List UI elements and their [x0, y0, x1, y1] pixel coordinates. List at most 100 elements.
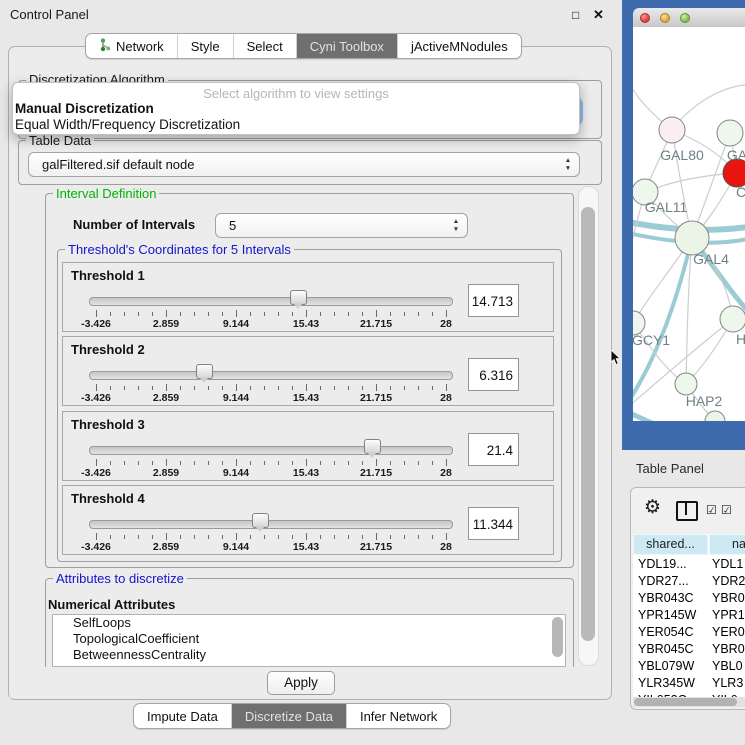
table-row-cell[interactable]: YBL0 — [712, 659, 743, 673]
table-row-cell[interactable]: YBR0 — [712, 642, 745, 656]
network-node-gal80[interactable] — [659, 117, 685, 143]
table-row-cell[interactable]: YPR1 — [712, 608, 745, 622]
apply-button[interactable]: Apply — [267, 671, 335, 695]
table-data-combobox-value: galFiltered.sif default node — [42, 157, 194, 172]
threshold-slider-thumb[interactable] — [252, 513, 269, 528]
tab-infer-network[interactable]: Infer Network — [346, 704, 450, 728]
close-icon[interactable]: ✕ — [593, 7, 604, 23]
table-row-cell[interactable]: YDR2 — [712, 574, 745, 588]
network-window-titlebar[interactable] — [633, 8, 745, 28]
threshold-value-field[interactable]: 6.316 — [468, 358, 519, 391]
network-node[interactable] — [705, 411, 725, 421]
float-window-icon[interactable]: □ — [572, 8, 579, 22]
attributes-listbox[interactable]: SelfLoopsTopologicalCoefficientBetweenne… — [52, 614, 566, 667]
slider-tick — [194, 535, 195, 539]
slider-tick — [194, 461, 195, 465]
table-row-cell[interactable]: YBR0 — [712, 591, 745, 605]
threshold-slider-thumb[interactable] — [196, 364, 213, 379]
tab-jactivemnodules[interactable]: jActiveMNodules — [397, 34, 521, 58]
slider-tick — [362, 535, 363, 539]
minimize-traffic-light-icon[interactable] — [660, 13, 670, 23]
zoom-traffic-light-icon[interactable] — [680, 13, 690, 23]
slider-tick-label: -3.426 — [81, 318, 111, 330]
threshold-1-panel: Threshold 1-3.4262.8599.14415.4321.71528… — [62, 262, 554, 332]
tab-style[interactable]: Style — [177, 34, 233, 58]
threshold-slider-track[interactable] — [89, 520, 453, 529]
tab-discretize-data[interactable]: Discretize Data — [231, 704, 346, 728]
table-row-cell[interactable]: YER054C — [638, 625, 694, 639]
listbox-scrollbar[interactable] — [552, 617, 563, 657]
gear-icon[interactable]: ⚙ — [644, 496, 661, 519]
table-row-cell[interactable]: YDL19... — [638, 557, 687, 571]
table-row-cell[interactable]: YLR345W — [638, 676, 695, 690]
slider-tick — [334, 386, 335, 390]
tab-label: Select — [247, 39, 283, 54]
slider-tick — [278, 386, 279, 390]
threshold-slider-thumb[interactable] — [364, 439, 381, 454]
network-node-c[interactable] — [723, 159, 745, 187]
threshold-value-field[interactable]: 14.713 — [468, 284, 519, 317]
threshold-slider-track[interactable] — [89, 446, 453, 455]
table-row-cell[interactable]: YBR045C — [638, 642, 694, 656]
tab-select[interactable]: Select — [233, 34, 296, 58]
slider-tick — [124, 461, 125, 465]
attribute-item-betweennesscentrality[interactable]: BetweennessCentrality — [53, 647, 565, 663]
slider-tick — [222, 312, 223, 316]
thresholds-group-title: Threshold's Coordinates for 5 Intervals — [65, 242, 294, 257]
slider-tick-label: -3.426 — [81, 467, 111, 479]
slider-tick — [320, 386, 321, 390]
column-layout-icon[interactable] — [676, 501, 698, 521]
slider-tick — [292, 461, 293, 465]
slider-tick-label: 2.859 — [153, 392, 179, 404]
network-node-gal4[interactable] — [675, 221, 709, 255]
dropdown-option-manual-discretization[interactable]: Manual Discretization — [13, 101, 579, 117]
slider-tick — [278, 461, 279, 465]
tab-network[interactable]: Network — [86, 34, 177, 58]
tab-cyni-toolbox[interactable]: Cyni Toolbox — [296, 34, 397, 58]
slider-tick-label: 21.715 — [360, 392, 392, 404]
table-row-cell[interactable]: YPR145W — [638, 608, 696, 622]
slider-tick — [292, 535, 293, 539]
threshold-slider-track[interactable] — [89, 297, 453, 306]
table-column-header[interactable]: na — [709, 534, 745, 555]
table-row-cell[interactable]: YDL1 — [712, 557, 743, 571]
table-row-cell[interactable]: YDR27... — [638, 574, 689, 588]
network-view-canvas[interactable]: GAL80GACGAL11GAL4GCY1HHAP2 — [633, 27, 745, 421]
panel-scrollbar-thumb[interactable] — [581, 207, 595, 641]
table-row-cell[interactable]: YBL079W — [638, 659, 694, 673]
table-hscrollbar-thumb[interactable] — [634, 698, 737, 706]
slider-tick — [236, 310, 237, 317]
slider-tick-label: 21.715 — [360, 318, 392, 330]
network-node-hap2[interactable] — [675, 373, 697, 395]
threshold-value-field[interactable]: 21.4 — [468, 433, 519, 466]
network-node-ga[interactable] — [717, 120, 743, 146]
tab-impute-data[interactable]: Impute Data — [134, 704, 231, 728]
table-row-cell[interactable]: YER0 — [712, 625, 745, 639]
network-node-label: GCY1 — [633, 332, 670, 348]
slider-tick — [320, 461, 321, 465]
dropdown-option-equal-width-frequency-discretization[interactable]: Equal Width/Frequency Discretization — [13, 117, 579, 133]
threshold-value-field[interactable]: 11.344 — [468, 507, 519, 540]
number-of-intervals-combobox[interactable]: 5 ▲▼ — [215, 213, 468, 238]
table-row-cell[interactable]: YLR3 — [712, 676, 743, 690]
slider-tick — [250, 312, 251, 316]
mouse-cursor — [610, 350, 622, 371]
table-row-cell[interactable]: YBR043C — [638, 591, 694, 605]
network-node-h[interactable] — [720, 306, 745, 332]
slider-tick — [180, 386, 181, 390]
checkbox-checked-icon[interactable]: ☑ — [721, 503, 732, 517]
threshold-slider-thumb[interactable] — [290, 290, 307, 305]
table-column-header[interactable]: shared... — [633, 534, 708, 555]
checkbox-checked-icon[interactable]: ☑ — [706, 503, 717, 517]
slider-tick — [222, 535, 223, 539]
attribute-item-topologicalcoefficient[interactable]: TopologicalCoefficient — [53, 631, 565, 647]
slider-tick — [404, 535, 405, 539]
slider-tick — [166, 384, 167, 391]
slider-tick — [96, 533, 97, 540]
slider-tick-label: 15.43 — [293, 318, 319, 330]
threshold-slider-track[interactable] — [89, 371, 453, 380]
slider-tick — [152, 386, 153, 390]
table-data-combobox[interactable]: galFiltered.sif default node ▲▼ — [28, 152, 580, 177]
close-traffic-light-icon[interactable] — [640, 13, 650, 23]
attribute-item-selfloops[interactable]: SelfLoops — [53, 615, 565, 631]
